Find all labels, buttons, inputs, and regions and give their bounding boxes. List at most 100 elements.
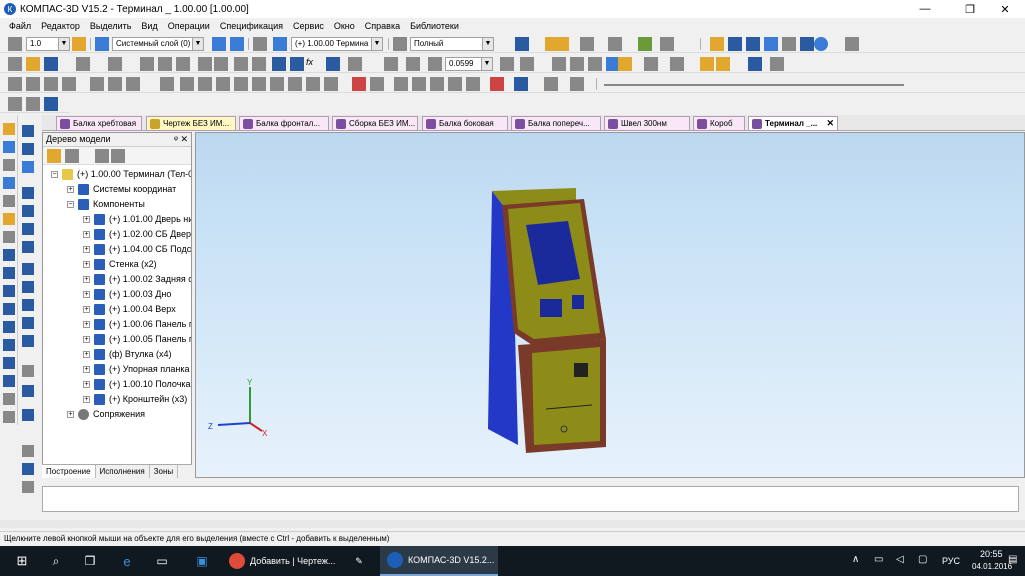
macro-icon[interactable] — [845, 37, 859, 51]
notifications-icon[interactable]: ▢ — [918, 554, 927, 565]
menu-editor[interactable]: Редактор — [36, 21, 85, 31]
menu-operations[interactable]: Операции — [163, 21, 215, 31]
tab-construction[interactable]: Построение — [42, 465, 96, 478]
search-icon[interactable]: ⌕ — [44, 546, 68, 576]
constraint-icon[interactable] — [160, 77, 174, 91]
orientation-icon[interactable] — [515, 37, 529, 51]
collapse-icon[interactable]: − — [51, 171, 58, 178]
perpendicular-icon[interactable] — [198, 77, 212, 91]
grid-3-icon[interactable] — [430, 77, 444, 91]
tree-node[interactable]: + Системы координат — [67, 182, 191, 197]
cut-icon[interactable] — [140, 57, 154, 71]
tool-12-icon[interactable] — [3, 321, 15, 333]
volume-icon[interactable]: ◁ — [896, 554, 904, 565]
menu-help[interactable]: Справка — [360, 21, 405, 31]
clock-time[interactable]: 20:55 — [980, 549, 1003, 559]
fx-icon[interactable]: fx — [306, 57, 320, 71]
tool-7-icon[interactable] — [3, 231, 15, 243]
parallel-icon[interactable] — [180, 77, 194, 91]
copy-icon[interactable] — [158, 57, 172, 71]
measure-icon[interactable] — [660, 37, 674, 51]
maximize-button[interactable]: ❐ — [950, 0, 990, 18]
action-center-icon[interactable]: ▤ — [1008, 554, 1017, 565]
tool-15-icon[interactable] — [3, 375, 15, 387]
settings-icon[interactable] — [800, 37, 814, 51]
minimize-button[interactable]: — — [905, 0, 945, 18]
expand-icon[interactable]: + — [83, 216, 90, 223]
tool-17-icon[interactable] — [3, 411, 15, 423]
layer-manager-icon[interactable] — [212, 37, 226, 51]
sections-icon[interactable] — [770, 57, 784, 71]
tools-icon[interactable] — [782, 37, 796, 51]
file-explorer-icon[interactable]: ▭ — [150, 546, 174, 576]
properties-icon[interactable] — [214, 57, 228, 71]
expand-icon[interactable]: + — [83, 306, 90, 313]
expand-icon[interactable]: + — [67, 411, 74, 418]
tool-1-icon[interactable] — [3, 123, 15, 135]
hatch-icon[interactable] — [370, 77, 384, 91]
manager-icon[interactable] — [728, 37, 742, 51]
expand-icon[interactable]: + — [83, 381, 90, 388]
chevron-down-icon[interactable]: ▼ — [481, 58, 492, 70]
tool-6-icon[interactable] — [3, 213, 15, 225]
close-button[interactable]: ✕ — [985, 0, 1025, 18]
shell-icon[interactable] — [22, 317, 34, 329]
pin-icon[interactable]: ᵠ — [174, 134, 178, 144]
rib-icon[interactable] — [22, 335, 34, 347]
edit-icon[interactable] — [90, 77, 104, 91]
curves-icon[interactable] — [644, 57, 658, 71]
tab-executions[interactable]: Исполнения — [96, 465, 150, 478]
tree-order-icon[interactable] — [65, 149, 79, 163]
local-cs-icon[interactable] — [44, 97, 58, 111]
render-mode-combo[interactable]: Полный ▼ — [410, 37, 494, 51]
view-mode-icon[interactable] — [545, 37, 569, 51]
tool-14-icon[interactable] — [3, 357, 15, 369]
step-combo[interactable]: 1.0 ▼ — [26, 37, 70, 51]
coincident-icon[interactable] — [270, 77, 284, 91]
tool-10-icon[interactable] — [3, 285, 15, 297]
preview-icon[interactable] — [108, 57, 122, 71]
collapse-icon[interactable]: − — [67, 201, 74, 208]
expand-icon[interactable]: + — [83, 231, 90, 238]
open-file-icon[interactable] — [26, 57, 40, 71]
tool-3-icon[interactable] — [3, 159, 15, 171]
annotation-icon[interactable] — [62, 77, 76, 91]
tool-13-icon[interactable] — [3, 339, 15, 351]
undo-icon[interactable] — [234, 57, 248, 71]
tree-node[interactable]: + (+) Упорная планка ( — [83, 362, 191, 377]
taskbar-kompas[interactable]: КОМПАС-3D V15.2... — [380, 546, 498, 576]
edge-browser-icon[interactable]: e — [115, 546, 139, 576]
zoom-window-icon[interactable] — [384, 57, 398, 71]
menu-view[interactable]: Вид — [136, 21, 162, 31]
menu-libraries[interactable]: Библиотеки — [405, 21, 464, 31]
equal-icon[interactable] — [306, 77, 320, 91]
menu-file[interactable]: Файл — [4, 21, 36, 31]
wireframe-icon[interactable] — [552, 57, 566, 71]
tree-node[interactable]: + (+) 1.00.02 Задняя сте — [83, 272, 191, 287]
store-icon[interactable]: ▣ — [190, 546, 214, 576]
symmetric-icon[interactable] — [288, 77, 302, 91]
tree-view-icon[interactable] — [111, 149, 125, 163]
reference-icon[interactable] — [326, 57, 340, 71]
tree-node[interactable]: + (+) 1.00.05 Панель пе — [83, 332, 191, 347]
measure-line-icon[interactable] — [126, 77, 140, 91]
tool-4-icon[interactable] — [3, 177, 15, 189]
taskbar-chrome[interactable]: Добавить | Чертеж... — [222, 546, 340, 576]
tool-8-icon[interactable] — [3, 249, 15, 261]
fillet-icon[interactable] — [22, 263, 34, 275]
close-panel-icon[interactable]: ✕ — [180, 134, 188, 144]
table-icon[interactable] — [290, 57, 304, 71]
scale-combo[interactable]: 0.0599 ▼ — [445, 57, 493, 71]
tab-zones[interactable]: Зоны — [150, 465, 179, 478]
part-icon[interactable] — [22, 125, 34, 137]
properties-panel[interactable] — [42, 486, 1019, 512]
tree-node[interactable]: + (+) 1.04.00 СБ Подста — [83, 242, 191, 257]
network-icon[interactable]: ▭ — [874, 554, 883, 565]
hole-icon[interactable] — [22, 299, 34, 311]
terminal-model[interactable]: Y X Z — [196, 133, 1025, 478]
extrude-icon[interactable] — [22, 187, 34, 199]
tab-balka-bokovaya[interactable]: Балка боковая — [422, 116, 508, 131]
filter-icon[interactable] — [580, 37, 594, 51]
component-combo[interactable]: (+) 1.00.00 Термина ▼ — [291, 37, 383, 51]
tree-node[interactable]: + (+) 1.00.06 Панель пе — [83, 317, 191, 332]
